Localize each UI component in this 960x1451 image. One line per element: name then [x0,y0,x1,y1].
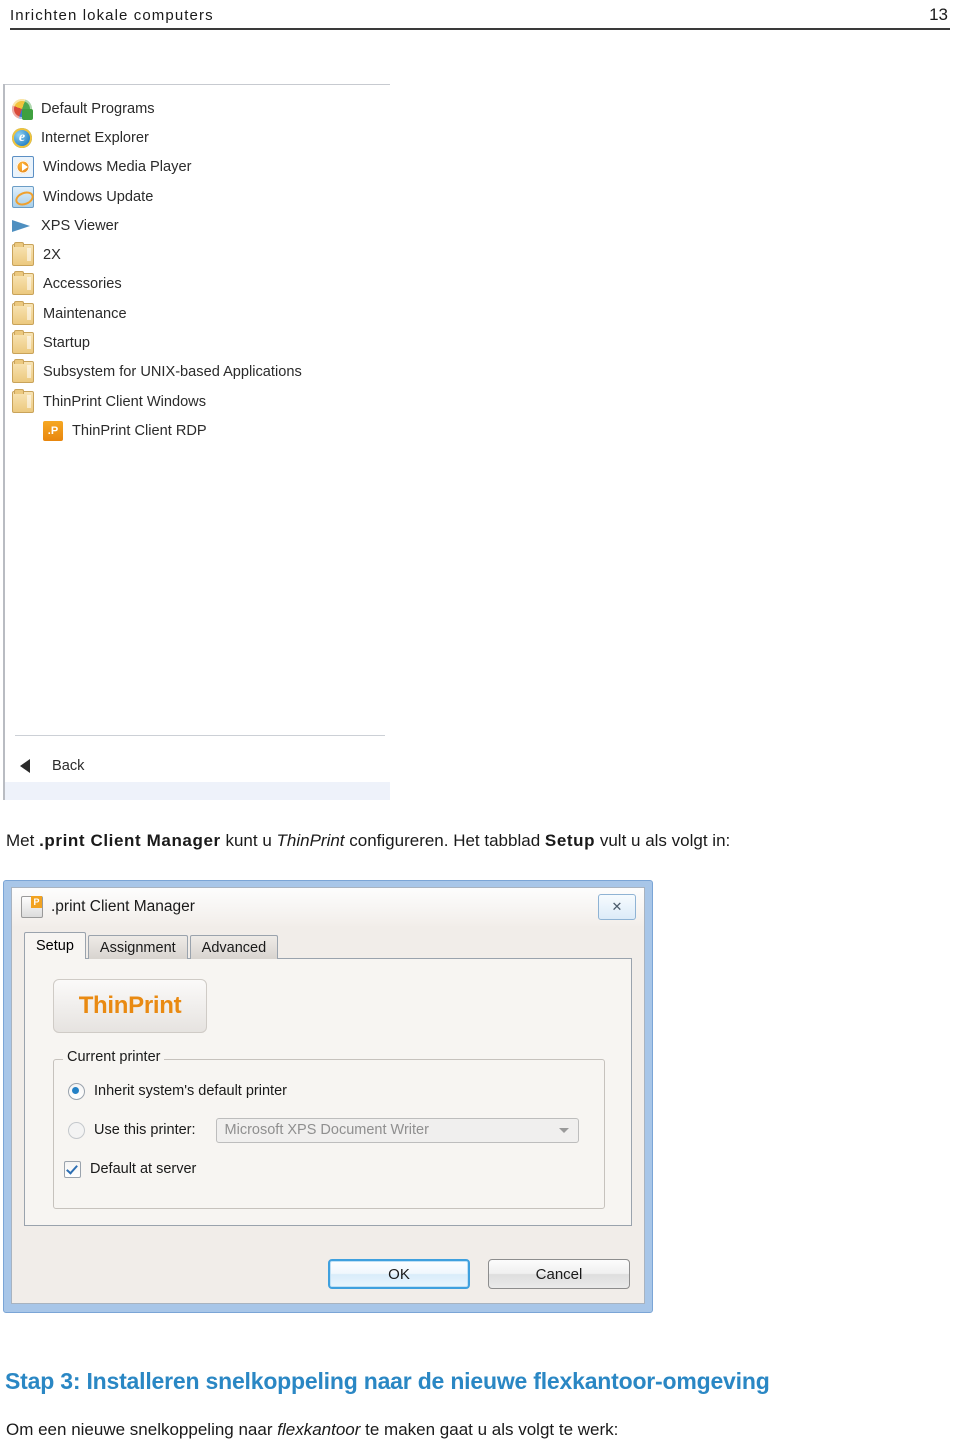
folder-icon [12,242,34,267]
start-menu-folder-2x[interactable]: 2X [5,240,390,269]
start-menu-item-thinprint-client-rdp[interactable]: ThinPrint Client RDP [5,416,390,445]
start-menu-program-list: Default Programs Internet Explorer Windo… [5,94,390,446]
start-menu-item-default-programs[interactable]: Default Programs [5,94,390,123]
media-player-icon [12,156,34,179]
checkbox-default-at-server-label: Default at server [90,1161,197,1177]
start-menu-item-label: Windows Update [43,188,154,205]
folder-icon [12,330,34,355]
start-menu-folder-startup[interactable]: Startup [5,328,390,357]
start-menu-folder-thinprint-client-windows[interactable]: ThinPrint Client Windows [5,387,390,416]
intro-bold-print-client-manager: .print Client Manager [39,831,221,850]
folder-icon [12,359,34,384]
closing-italic-flexkantoor: flexkantoor [277,1420,361,1439]
windows-update-icon [12,185,34,208]
radio-inherit-label: Inherit system's default printer [94,1083,287,1099]
start-menu-item-label: XPS Viewer [41,217,119,234]
start-menu-item-label: Default Programs [41,100,155,117]
start-menu-item-label: ThinPrint Client Windows [43,393,207,410]
intro-text-part4: vult u als volgt in: [595,831,731,850]
start-menu-item-label: Internet Explorer [41,129,149,146]
intro-paragraph: Met .print Client Manager kunt u ThinPri… [6,831,730,851]
start-menu-item-windows-media-player[interactable]: Windows Media Player [5,153,390,182]
section-heading: Stap 3: Installeren snelkoppeling naar d… [5,1368,770,1394]
windows-flag-icon [12,98,33,120]
ok-button[interactable]: OK [328,1259,470,1289]
thinprint-logo-text: ThinPrint [78,992,182,1019]
tab-label: Assignment [99,939,176,956]
checkbox-default-at-server[interactable] [64,1160,81,1178]
thinprint-rdp-icon [43,420,63,441]
printer-select-value: Microsoft XPS Document Writer [224,1122,429,1138]
current-printer-legend: Current printer [63,1049,165,1065]
radio-inherit-default-printer[interactable] [68,1082,85,1100]
closing-paragraph: Om een nieuwe snelkoppeling naar flexkan… [6,1420,618,1440]
radio-use-this-printer[interactable] [68,1121,85,1139]
start-menu-item-xps-viewer[interactable]: XPS Viewer [5,211,390,240]
radio-row-inherit-default-printer[interactable]: Inherit system's default printer [54,1077,604,1105]
tab-label: Setup [36,938,74,954]
page-header: Inrichten lokale computers 13 [10,2,950,30]
start-menu-footer [5,782,390,800]
start-menu-back-button[interactable]: Back [5,749,390,783]
start-menu-item-label: Maintenance [43,305,127,322]
start-menu-item-label: ThinPrint Client RDP [72,422,207,439]
start-menu-divider [15,735,385,736]
start-menu-folder-maintenance[interactable]: Maintenance [5,299,390,328]
close-icon[interactable]: ✕ [598,894,636,920]
thinprint-logo: ThinPrint [53,979,207,1033]
start-menu-item-label: 2X [43,247,61,264]
folder-icon [12,271,34,296]
start-menu-screenshot: Default Programs Internet Explorer Windo… [3,84,390,800]
start-menu-item-label: Accessories [43,276,122,293]
start-menu-item-label: Windows Media Player [43,159,192,176]
start-menu-top-divider [5,84,390,85]
xps-viewer-icon [12,216,32,236]
tab-advanced[interactable]: Advanced [189,935,279,959]
folder-icon [12,300,34,325]
back-button-label: Back [52,758,85,774]
intro-text-part3: configureren. Het tabblad [344,831,545,850]
closing-text-part2: te maken gaat u als volgt te werk: [360,1420,619,1439]
cancel-button[interactable]: Cancel [488,1259,630,1289]
intro-text-part1: Met [6,831,40,850]
tab-assignment[interactable]: Assignment [87,935,188,959]
setup-tab-panel: ThinPrint Current printer Inherit system… [24,958,632,1226]
dialog-title: .print Client Manager [51,898,195,915]
start-menu-item-label: Subsystem for UNIX-based Applications [43,364,302,381]
dialog-tabstrip: Setup Assignment Advanced [24,932,280,959]
intro-text-part2: kunt u [220,831,277,850]
start-menu-item-internet-explorer[interactable]: Internet Explorer [5,123,390,152]
radio-use-this-printer-label: Use this printer: [94,1122,196,1138]
print-client-manager-dialog: .print Client Manager ✕ Setup Assignment… [3,880,653,1313]
start-menu-item-windows-update[interactable]: Windows Update [5,182,390,211]
closing-text-part1: Om een nieuwe snelkoppeling naar [6,1420,278,1439]
start-menu-folder-accessories[interactable]: Accessories [5,270,390,299]
dialog-button-bar: OK Cancel [328,1259,630,1289]
tab-setup[interactable]: Setup [24,932,86,959]
start-menu-folder-subsystem-unix[interactable]: Subsystem for UNIX-based Applications [5,358,390,387]
dialog-titlebar: .print Client Manager ✕ [12,888,644,926]
page-number: 13 [929,5,948,24]
thinprint-app-icon [21,896,43,918]
intro-italic-thinprint: ThinPrint [276,831,345,850]
back-arrow-icon [20,759,30,773]
internet-explorer-icon [12,127,32,148]
printer-select-dropdown[interactable]: Microsoft XPS Document Writer [215,1117,579,1143]
folder-icon [12,388,34,413]
checkbox-row-default-at-server[interactable]: Default at server [54,1155,604,1183]
dialog-inner-frame: .print Client Manager ✕ Setup Assignment… [11,887,645,1304]
intro-bold-setup: Setup [544,831,596,850]
radio-row-use-this-printer[interactable]: Use this printer: Microsoft XPS Document… [54,1116,604,1144]
current-printer-groupbox: Current printer Inherit system's default… [53,1049,605,1209]
page-title: Inrichten lokale computers [10,6,214,24]
chevron-down-icon [558,1127,569,1133]
tab-label: Advanced [201,939,267,956]
start-menu-item-label: Startup [43,335,91,352]
